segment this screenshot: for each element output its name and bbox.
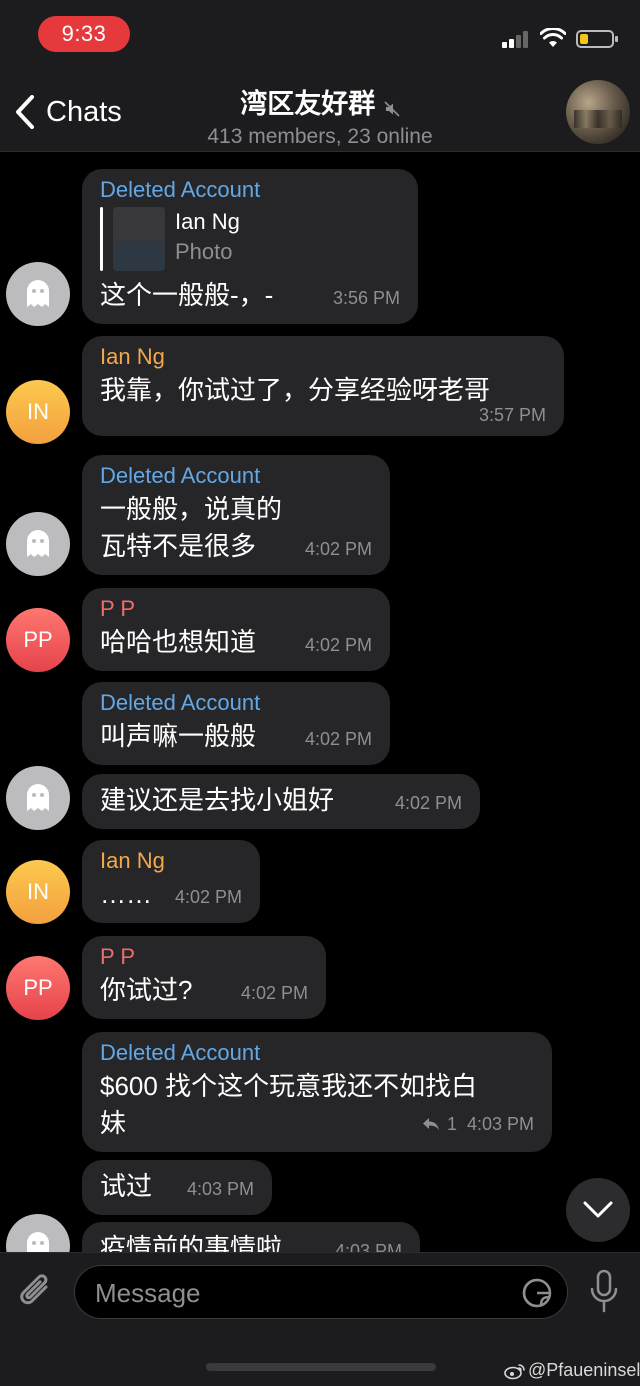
message-text: 这个一般般-，-	[100, 280, 274, 310]
avatar-pp[interactable]: PP	[6, 608, 70, 672]
ghost-icon	[27, 784, 49, 811]
watermark-text: @Pfaueninsel	[528, 1360, 640, 1380]
message-text-line: 妹	[100, 1108, 127, 1138]
scroll-to-bottom-button[interactable]	[566, 1178, 630, 1242]
home-indicator	[206, 1363, 436, 1371]
reply-preview[interactable]: Ian Ng Photo	[100, 207, 400, 271]
watermark: @Pfaueninsel	[504, 1360, 640, 1381]
chat-info[interactable]: 湾区友好群 413 members, 23 online	[140, 82, 500, 149]
message-text-line: $600 找个这个玩意我还不如找白	[100, 1071, 478, 1101]
sender-name[interactable]: Ian Ng	[100, 344, 546, 370]
weibo-icon	[504, 1363, 525, 1379]
chat-header: Chats 湾区友好群 413 members, 23 online	[0, 72, 640, 152]
reply-author: Ian Ng	[175, 209, 240, 234]
message-text: 你试过?	[100, 975, 193, 1005]
avatar-deleted-account[interactable]	[6, 512, 70, 576]
wifi-icon	[540, 28, 566, 47]
message-bubble[interactable]: P P 你试过? 4:02 PM	[82, 936, 326, 1019]
message-time: 4:02 PM	[394, 793, 462, 813]
message-bubble[interactable]: 疫情前的事情啦 4:03 PM	[82, 1222, 420, 1252]
message-text: 试过	[100, 1171, 153, 1201]
message-time: 4:02 PM	[240, 983, 308, 1003]
message-text: 疫情前的事情啦	[100, 1233, 283, 1252]
message-bubble[interactable]: Ian Ng …… 4:02 PM	[82, 840, 260, 923]
mute-icon	[384, 101, 400, 117]
ghost-icon	[27, 1232, 49, 1252]
message-time: 3:56 PM	[332, 288, 400, 308]
message-time: 4:02 PM	[304, 539, 372, 559]
avatar-ian-ng[interactable]: IN	[6, 380, 70, 444]
ghost-icon	[27, 530, 49, 557]
message-time: 4:02 PM	[304, 729, 372, 749]
message-text: 哈哈也想知道	[100, 627, 257, 657]
status-time: 9:33	[38, 16, 130, 52]
message-bubble[interactable]: 试过 4:03 PM	[82, 1160, 272, 1215]
microphone-icon[interactable]	[588, 1269, 620, 1313]
message-time: 4:03 PM	[466, 1113, 534, 1134]
message-text-line: 一般般，说真的	[100, 494, 283, 524]
ghost-icon	[27, 280, 49, 307]
reply-arrow-icon	[422, 1118, 439, 1130]
sender-name[interactable]: P P	[100, 596, 372, 622]
reply-photo-thumbnail	[113, 207, 165, 271]
paperclip-icon[interactable]	[16, 1269, 56, 1313]
message-text: ……	[100, 879, 152, 909]
chevron-down-icon	[583, 1201, 613, 1218]
message-input[interactable]	[95, 1266, 515, 1320]
back-label: Chats	[46, 95, 122, 128]
reply-count[interactable]: 1	[447, 1114, 457, 1135]
message-time: 4:03 PM	[186, 1179, 254, 1199]
message-text: 建议还是去找小姐好	[100, 785, 335, 815]
cellular-signal-icon	[502, 30, 532, 48]
message-text-line: 瓦特不是很多	[100, 531, 257, 561]
chevron-left-icon	[16, 95, 34, 129]
reply-type: Photo	[175, 239, 233, 264]
avatar-deleted-account[interactable]	[6, 262, 70, 326]
group-avatar[interactable]	[566, 80, 630, 144]
avatar-deleted-account[interactable]	[6, 766, 70, 830]
back-button[interactable]: Chats	[14, 90, 122, 134]
avatar-ian-ng[interactable]: IN	[6, 860, 70, 924]
message-bubble[interactable]: Deleted Account 叫声嘛一般般 4:02 PM	[82, 682, 390, 765]
message-text: 我靠，你试过了，分享经验呀老哥	[100, 375, 491, 405]
message-time: 4:02 PM	[174, 887, 242, 907]
message-bubble[interactable]: 建议还是去找小姐好 4:02 PM	[82, 774, 480, 829]
sticker-icon[interactable]	[521, 1277, 553, 1309]
message-text: 叫声嘛一般般	[100, 721, 257, 751]
sender-name[interactable]: Deleted Account	[100, 1040, 534, 1066]
status-bar: 9:33	[0, 0, 640, 72]
sender-name[interactable]: Ian Ng	[100, 848, 242, 874]
message-bubble[interactable]: Ian Ng 我靠，你试过了，分享经验呀老哥 3:57 PM	[82, 336, 564, 436]
reply-bar	[100, 207, 103, 271]
sender-name[interactable]: P P	[100, 944, 308, 970]
message-bubble[interactable]: P P 哈哈也想知道 4:02 PM	[82, 588, 390, 671]
sender-name[interactable]: Deleted Account	[100, 690, 372, 716]
message-time: 4:02 PM	[304, 635, 372, 655]
message-field[interactable]	[74, 1265, 568, 1320]
sender-name[interactable]: Deleted Account	[100, 177, 400, 203]
message-bubble[interactable]: Deleted Account $600 找个这个玩意我还不如找白 妹 1 4:…	[82, 1032, 552, 1152]
sender-name[interactable]: Deleted Account	[100, 463, 372, 489]
battery-level	[580, 34, 588, 44]
message-time: 4:03 PM	[334, 1241, 402, 1252]
avatar-pp[interactable]: PP	[6, 956, 70, 1020]
chat-subtitle: 413 members, 23 online	[207, 125, 433, 148]
battery-icon	[576, 30, 618, 48]
message-bubble[interactable]: Deleted Account 一般般，说真的 瓦特不是很多 4:02 PM	[82, 455, 390, 575]
message-list[interactable]: Deleted Account Ian Ng Photo 这个一般般-，- 3:…	[0, 152, 640, 1252]
avatar-deleted-account[interactable]	[6, 1214, 70, 1252]
message-bubble[interactable]: Deleted Account Ian Ng Photo 这个一般般-，- 3:…	[82, 169, 418, 324]
chat-title: 湾区友好群	[240, 89, 376, 119]
